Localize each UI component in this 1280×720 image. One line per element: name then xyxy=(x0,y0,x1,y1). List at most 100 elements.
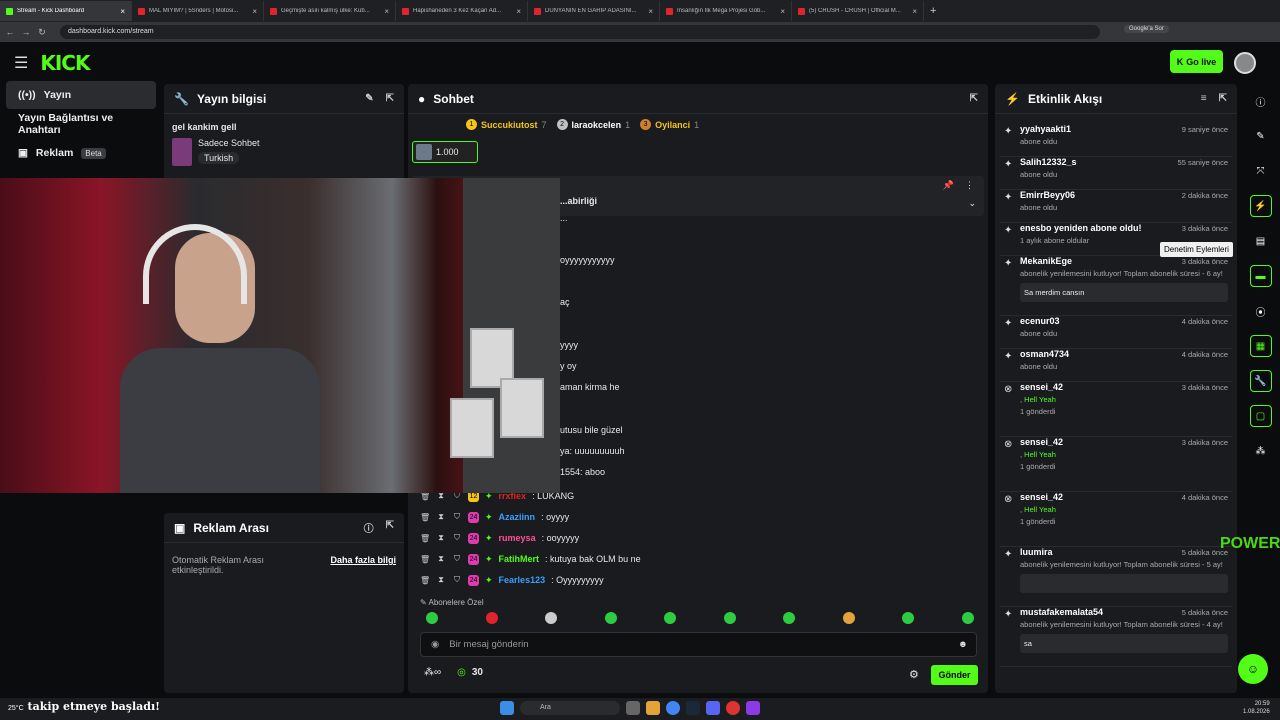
expand-icon[interactable]: ⤧ xyxy=(1250,160,1272,182)
timeout-icon[interactable]: ⧗ xyxy=(436,512,446,522)
nav-item-reklam[interactable]: ▣ Reklam Beta xyxy=(6,139,156,167)
google-sor-chip[interactable]: Google'a Sor xyxy=(1124,25,1169,33)
gift-card[interactable]: 1.000 xyxy=(412,141,478,163)
event-item[interactable]: ⊗ sensei_42 3 dakika önce, Hell Yeah 1 gönd… xyxy=(1000,382,1232,437)
shield-icon[interactable]: ⛉ xyxy=(452,533,462,543)
popout-icon[interactable]: ⇱ xyxy=(386,520,394,535)
browser-tab[interactable]: (5) CRUSH - CRUSH | Official M... × xyxy=(792,1,924,21)
event-item[interactable]: ⊗ sensei_42 4 dakika önce, Hell Yeah 1 gönd… xyxy=(1000,492,1232,547)
close-icon[interactable]: × xyxy=(780,7,785,16)
popout-icon[interactable]: ⇱ xyxy=(970,93,978,104)
event-item[interactable]: ⊗ sensei_42 3 dakika önce, Hell Yeah 1 gönd… xyxy=(1000,437,1232,492)
close-icon[interactable]: × xyxy=(516,7,521,16)
mod-actions-icon[interactable]: ▤ xyxy=(1250,230,1272,252)
delete-icon[interactable]: 🗑 xyxy=(420,513,430,522)
broadcast-icon[interactable]: ⦿ xyxy=(1250,300,1272,322)
user-avatar[interactable] xyxy=(1234,52,1256,74)
more-info-link[interactable]: Daha fazla bilgi xyxy=(330,555,396,575)
more-icon[interactable]: ⋮ xyxy=(965,180,974,191)
emote[interactable] xyxy=(842,612,855,624)
shield-icon[interactable]: ⛉ xyxy=(452,554,462,564)
info-icon[interactable]: ⓘ xyxy=(364,520,374,535)
filter-icon[interactable]: ≡ xyxy=(1201,93,1207,104)
chat-username[interactable]: Azaziinn xyxy=(499,512,536,522)
emote[interactable] xyxy=(485,612,498,624)
chat-message[interactable]: 🗑 ⧗ ⛉ 24 ✦ FatihMert: kutuya bak OLM bu ne xyxy=(420,549,641,569)
bolt-icon[interactable]: ⚡ xyxy=(1249,195,1272,217)
close-icon[interactable]: × xyxy=(648,7,653,16)
forward-icon[interactable]: → xyxy=(20,27,32,37)
pin-icon[interactable]: 📌 xyxy=(943,180,954,191)
info-icon[interactable]: ⓘ xyxy=(1250,90,1272,112)
emote[interactable] xyxy=(783,612,796,624)
chat-message[interactable]: 🗑 ⧗ ⛉ 24 ✦ Fearles123: Oyyyyyyyyy xyxy=(420,570,604,590)
reload-icon[interactable]: ↻ xyxy=(36,27,48,38)
taskview-icon[interactable] xyxy=(626,701,640,715)
chat-icon[interactable]: ▬ xyxy=(1249,265,1272,287)
event-item[interactable]: ✦ luumira 5 dakika önce abonelik yenilemesi… xyxy=(1000,547,1232,607)
event-item[interactable]: ✦ osman4734 4 dakika önce abone oldu xyxy=(1000,349,1232,382)
chat-username[interactable]: FatihMert xyxy=(499,554,540,564)
emoji-icon[interactable]: ☻ xyxy=(958,639,968,650)
delete-icon[interactable]: 🗑 xyxy=(420,576,430,585)
emote[interactable] xyxy=(545,612,558,624)
leader-entry[interactable]: 2 laraokcelen 1 xyxy=(556,119,630,130)
go-live-button[interactable]: K Go live xyxy=(1170,50,1223,73)
windows-start-icon[interactable] xyxy=(500,701,514,715)
close-icon[interactable]: × xyxy=(384,7,389,16)
popout-icon[interactable]: ⇱ xyxy=(1219,93,1227,104)
window-icon[interactable]: ▢ xyxy=(1249,405,1272,427)
nav-item-stream-key[interactable]: Yayın Bağlantısı ve Anahtarı xyxy=(6,110,156,138)
steam-icon[interactable] xyxy=(686,701,700,715)
close-icon[interactable]: × xyxy=(120,7,125,16)
pencil-icon[interactable]: ✎ xyxy=(1250,125,1272,147)
timeout-icon[interactable]: ⧗ xyxy=(436,575,446,585)
event-item[interactable]: ✦ Salih12332_s 55 saniye önce abone oldu xyxy=(1000,157,1232,190)
chevron-down-icon[interactable]: ⌄ xyxy=(968,198,976,209)
emote[interactable] xyxy=(723,612,736,624)
taskbar-search[interactable]: Ara xyxy=(520,701,620,715)
close-icon[interactable]: × xyxy=(912,7,917,16)
wrench-icon[interactable]: 🔧 xyxy=(1249,370,1272,392)
send-button[interactable]: Gönder xyxy=(931,665,978,685)
layout-icon[interactable]: ▦ xyxy=(1249,335,1272,357)
delete-icon[interactable]: 🗑 xyxy=(420,555,430,564)
emote[interactable] xyxy=(961,612,974,624)
menu-icon[interactable]: ☰ xyxy=(14,53,28,73)
app-icon[interactable] xyxy=(746,701,760,715)
chat-username[interactable]: rumeysa xyxy=(499,533,536,543)
emote[interactable] xyxy=(426,612,438,624)
browser-tab[interactable]: MAL MIYIM? | 5Sriders | Motosi... × xyxy=(132,1,264,21)
event-item[interactable]: ✦ ecenur03 4 dakika önce abone oldu xyxy=(1000,316,1232,349)
emote[interactable] xyxy=(604,612,617,624)
browser-tab[interactable]: Geçmişte asılı kalmış ülke: Küb... × xyxy=(264,1,396,21)
chat-input[interactable]: ◉ Bir mesaj gönderin ☻ xyxy=(420,632,977,657)
emote[interactable] xyxy=(664,612,677,624)
chat-username[interactable]: Fearles123 xyxy=(499,575,546,585)
apps-icon[interactable]: ⁂ xyxy=(1250,440,1272,462)
chat-message[interactable]: 🗑 ⧗ ⛉ 24 ✦ rumeysa: ooyyyyy xyxy=(420,528,579,548)
leader-entry[interactable]: 1 Succukiutost 7 xyxy=(466,119,547,130)
new-tab-icon[interactable]: + xyxy=(930,5,936,17)
event-item[interactable]: ✦ EmirrBeyy06 2 dakika önce abone oldu xyxy=(1000,190,1232,223)
browser-tab[interactable]: DÜNYANIN EN GARİP ADASINI... × xyxy=(528,1,660,21)
edit-icon[interactable]: ✎ xyxy=(365,93,373,104)
browser-tab[interactable]: İnsanlığın İlk Mega Projesi Göb... × xyxy=(660,1,792,21)
kick-logo[interactable]: KICK xyxy=(40,51,90,75)
points-icon[interactable]: ⁂∞ xyxy=(424,667,441,678)
chat-message[interactable]: 🗑 ⧗ ⛉ 24 ✦ Azaziinn: oyyyy xyxy=(420,507,569,527)
browser-tab[interactable]: Stream - Kick Dashboard × xyxy=(0,1,132,21)
emote[interactable] xyxy=(902,612,915,624)
shield-icon[interactable]: ⛉ xyxy=(452,575,462,585)
close-icon[interactable]: × xyxy=(252,7,257,16)
url-field[interactable]: dashboard.kick.com/stream xyxy=(60,25,1100,39)
back-icon[interactable]: ← xyxy=(4,27,16,37)
obs-icon[interactable] xyxy=(726,701,740,715)
event-item[interactable]: ✦ yyahyaakti1 9 saniye önce abone oldu xyxy=(1000,124,1232,157)
event-item[interactable]: ✦ MekanikEge 3 dakika önce abonelik yenilem… xyxy=(1000,256,1232,316)
chrome-icon[interactable] xyxy=(666,701,680,715)
support-chat-button[interactable]: ☺ xyxy=(1238,654,1268,684)
delete-icon[interactable]: 🗑 xyxy=(420,534,430,543)
leader-entry[interactable]: 3 Oyilanci 1 xyxy=(640,119,699,130)
settings-gear-icon[interactable]: ⚙ xyxy=(909,668,919,681)
